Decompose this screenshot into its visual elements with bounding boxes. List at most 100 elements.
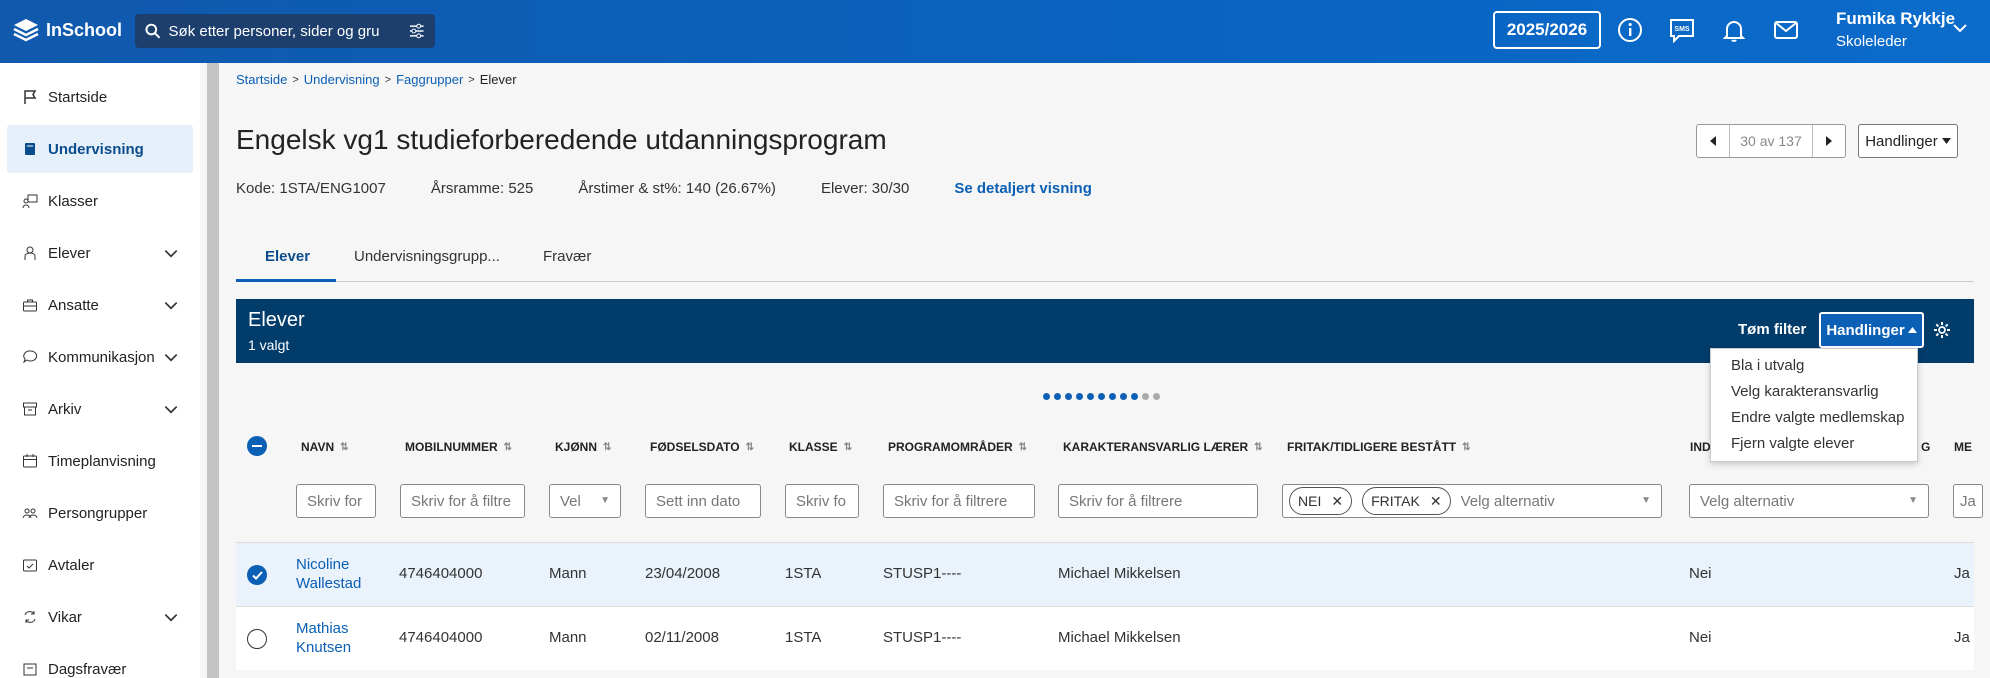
- filter-chip-nei[interactable]: NEI ✕: [1289, 487, 1353, 515]
- sidebar-item-vikar[interactable]: Vikar: [7, 593, 193, 641]
- actions-menu: Bla i utvalg Velg karakteransvarlig Endr…: [1710, 348, 1918, 462]
- top-bar: InSchool 2025/2026 SMS Fumika Rykkje Sko…: [0, 0, 1990, 63]
- user-menu[interactable]: Fumika Rykkje Skoleleder: [1836, 9, 1955, 50]
- sidebar-item-arkiv[interactable]: Arkiv: [7, 385, 193, 433]
- tab-elever[interactable]: Elever: [265, 248, 310, 265]
- actions-dropdown-top[interactable]: Handlinger: [1858, 124, 1958, 158]
- breadcrumb-startside[interactable]: Startside: [236, 72, 287, 87]
- sidebar-item-label: Avtaler: [48, 556, 95, 574]
- filter-fodsel[interactable]: Sett inn dato: [645, 484, 761, 518]
- sort-icon: ⇅: [503, 441, 513, 453]
- active-tab-indicator: [236, 279, 336, 282]
- sidebar-item-ansatte[interactable]: Ansatte: [7, 281, 193, 329]
- col-header-laerer[interactable]: KARAKTERANSVARLIG LÆRER ⇅: [1063, 440, 1263, 454]
- filter-sliders-icon[interactable]: [409, 23, 425, 39]
- col-header-me[interactable]: ME: [1954, 440, 1972, 454]
- student-name-link[interactable]: Nicoline Wallestad: [296, 555, 361, 593]
- filter-chip-fritak[interactable]: FRITAK ✕: [1362, 487, 1451, 515]
- filter-mobil[interactable]: Skriv for å filtre: [400, 484, 525, 518]
- bell-icon[interactable]: [1721, 17, 1747, 43]
- breadcrumb-undervisning[interactable]: Undervisning: [304, 72, 380, 87]
- filter-laerer[interactable]: Skriv for å filtrere: [1058, 484, 1258, 518]
- col-header-kjonn[interactable]: KJØNN ⇅: [555, 440, 611, 454]
- sidebar-item-elever[interactable]: Elever: [7, 229, 193, 277]
- col-header-program[interactable]: PROGRAMOMRÅDER ⇅: [888, 440, 1027, 454]
- info-icon[interactable]: [1617, 17, 1643, 43]
- table-row[interactable]: Mathias Knutsen 4746404000 Mann 02/11/200…: [236, 606, 1974, 670]
- col-header-fritak[interactable]: FRITAK/TIDLIGERE BESTÅTT ⇅: [1287, 440, 1471, 454]
- cell-klasse: 1STA: [785, 629, 822, 646]
- col-header-ind[interactable]: IND: [1690, 440, 1711, 454]
- chevron-down-icon[interactable]: [1952, 22, 1968, 34]
- col-header-fodsel[interactable]: FØDSELSDATO ⇅: [650, 440, 754, 454]
- tab-undervisningsgrupper[interactable]: Undervisningsgrupp...: [354, 248, 500, 265]
- tab-fravaer[interactable]: Fravær: [543, 248, 591, 265]
- menu-item-fjern-elever[interactable]: Fjern valgte elever: [1731, 435, 1854, 452]
- logo-icon: [13, 19, 39, 42]
- close-icon[interactable]: ✕: [1331, 493, 1343, 510]
- menu-item-endre-medlemskap[interactable]: Endre valgte medlemskap: [1731, 409, 1904, 426]
- search-box[interactable]: [135, 14, 435, 48]
- close-icon[interactable]: ✕: [1430, 493, 1442, 510]
- mail-icon[interactable]: [1773, 17, 1799, 43]
- sidebar-item-label: Dagsfravær: [48, 660, 127, 678]
- sidebar-item-label: Elever: [48, 244, 91, 262]
- sidebar-item-undervisning[interactable]: Undervisning: [7, 125, 193, 173]
- next-button[interactable]: [1813, 125, 1845, 157]
- prev-button[interactable]: [1697, 125, 1729, 157]
- filter-ind[interactable]: Velg alternativ ▼: [1689, 484, 1929, 518]
- sidebar-item-klasser[interactable]: Klasser: [7, 177, 193, 225]
- filter-navn[interactable]: Skriv for: [296, 484, 376, 518]
- sort-icon: ⇅: [603, 441, 612, 453]
- sms-icon[interactable]: SMS: [1669, 17, 1695, 43]
- column-pagination-dots[interactable]: [1043, 393, 1160, 400]
- caret-down-icon: ▼: [1908, 495, 1918, 506]
- calendar-check-icon: [23, 559, 37, 572]
- sort-icon: ⇅: [1462, 441, 1471, 453]
- clear-filter-button[interactable]: Tøm filter: [1738, 321, 1806, 338]
- check-icon: [251, 570, 263, 580]
- group-icon: [22, 508, 38, 519]
- breadcrumb: Startside > Undervisning > Faggrupper > Ele…: [236, 72, 517, 87]
- table-row[interactable]: Nicoline Wallestad 4746404000 Mann 23/04/…: [236, 542, 1974, 606]
- meta-arsramme: Årsramme: 525: [430, 180, 534, 197]
- sidebar-scrollbar[interactable]: [207, 63, 219, 678]
- filter-program[interactable]: Skriv for å filtrere: [883, 484, 1035, 518]
- actions-button[interactable]: Handlinger: [1819, 312, 1924, 348]
- school-year-button[interactable]: 2025/2026: [1493, 11, 1601, 49]
- chevron-down-icon: [164, 405, 178, 414]
- col-header-g[interactable]: G: [1921, 440, 1930, 454]
- cell-kjonn: Mann: [549, 629, 587, 646]
- select-all-checkbox[interactable]: [247, 436, 267, 456]
- sort-icon: ⇅: [1254, 441, 1263, 453]
- breadcrumb-faggrupper[interactable]: Faggrupper: [396, 72, 463, 87]
- gear-icon[interactable]: [1932, 320, 1952, 340]
- cell-fodsel: 23/04/2008: [645, 565, 721, 582]
- student-name-link[interactable]: Mathias Knutsen: [296, 619, 351, 657]
- sidebar-item-startside[interactable]: Startside: [7, 73, 193, 121]
- chevron-down-icon: [164, 249, 178, 258]
- detail-view-link[interactable]: Se detaljert visning: [954, 180, 1092, 197]
- sidebar-item-timeplanvisning[interactable]: Timeplanvisning: [7, 437, 193, 485]
- row-checkbox[interactable]: [247, 565, 267, 585]
- col-header-navn[interactable]: NAVN ⇅: [301, 440, 349, 454]
- page-title: Engelsk vg1 studieforberedende utdanning…: [236, 124, 887, 155]
- filter-klasse[interactable]: Skriv fo: [785, 484, 859, 518]
- cell-mobil: 4746404000: [399, 565, 483, 582]
- sidebar-item-kommunikasjon[interactable]: Kommunikasjon: [7, 333, 193, 381]
- filter-fritak[interactable]: NEI ✕ FRITAK ✕ Velg alternativ ▼: [1282, 484, 1662, 518]
- search-input[interactable]: [168, 22, 402, 40]
- menu-item-velg-karakteransvarlig[interactable]: Velg karakteransvarlig: [1731, 383, 1879, 400]
- col-header-mobil[interactable]: MOBILNUMMER ⇅: [405, 440, 512, 454]
- meta-elever: Elever: 30/30: [820, 180, 910, 197]
- filter-me[interactable]: Ja: [1953, 484, 1983, 518]
- logo[interactable]: InSchool: [12, 16, 122, 44]
- sidebar-item-persongrupper[interactable]: Persongrupper: [7, 489, 193, 537]
- sidebar-item-dagsfravaer[interactable]: Dagsfravær: [7, 645, 193, 678]
- col-header-klasse[interactable]: KLASSE ⇅: [789, 440, 852, 454]
- filter-kjonn[interactable]: Vel ▼: [549, 484, 621, 518]
- sidebar-item-avtaler[interactable]: Avtaler: [7, 541, 193, 589]
- row-checkbox[interactable]: [247, 629, 267, 649]
- calendar-icon: [23, 454, 37, 468]
- menu-item-bla-i-utvalg[interactable]: Bla i utvalg: [1731, 357, 1804, 374]
